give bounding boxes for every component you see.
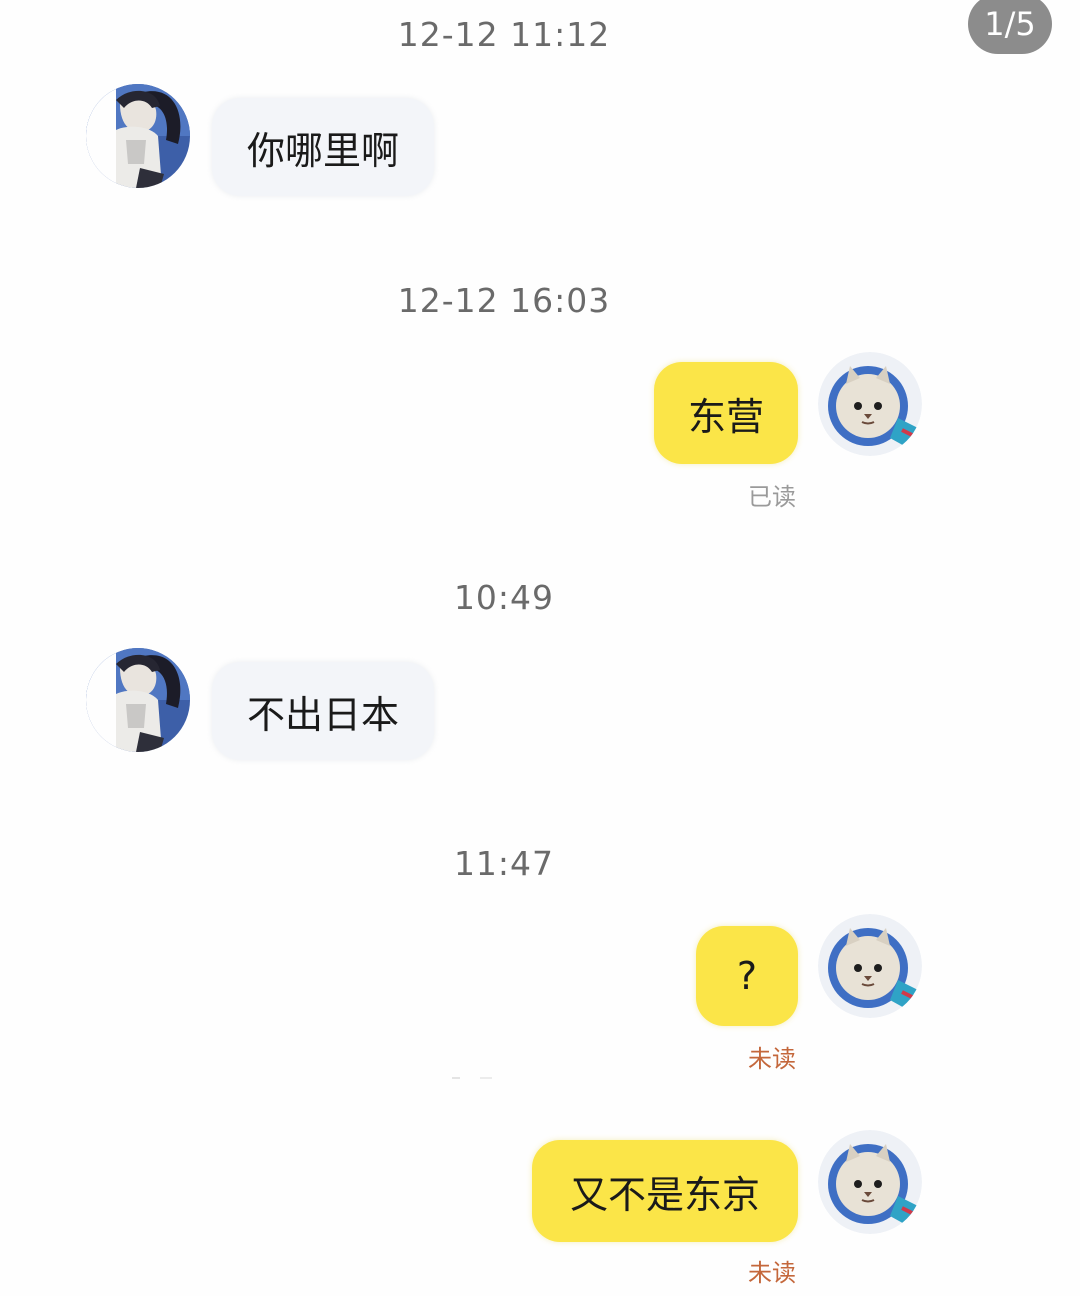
cat-astronaut-avatar-icon xyxy=(818,352,922,456)
unread-status: 未读 xyxy=(748,1045,796,1073)
timestamp: 11:47 xyxy=(453,844,555,883)
cat-astronaut-avatar-icon xyxy=(818,914,922,1018)
timestamp: 10:49 xyxy=(453,578,555,617)
anime-character-avatar-icon xyxy=(86,648,190,752)
cat-astronaut-avatar-icon xyxy=(818,1130,922,1234)
anime-character-avatar-icon xyxy=(86,84,190,188)
message-bubble-incoming[interactable]: 不出日本 xyxy=(212,662,434,760)
timestamp: 12-12 11:12 xyxy=(397,15,611,54)
message-bubble-outgoing[interactable]: ? xyxy=(696,926,798,1026)
unread-status: 未读 xyxy=(748,1259,796,1287)
message-bubble-outgoing[interactable]: 又不是东京 xyxy=(532,1140,798,1242)
timestamp: 12-12 16:03 xyxy=(397,281,611,320)
self-avatar[interactable] xyxy=(818,1130,922,1234)
read-status: 已读 xyxy=(748,483,796,511)
contact-avatar[interactable] xyxy=(86,84,190,188)
self-avatar[interactable] xyxy=(818,352,922,456)
self-avatar[interactable] xyxy=(818,914,922,1018)
contact-avatar[interactable] xyxy=(86,648,190,752)
message-bubble-outgoing[interactable]: 东营 xyxy=(654,362,798,464)
message-bubble-incoming[interactable]: 你哪里啊 xyxy=(212,98,434,196)
divider xyxy=(452,1077,492,1079)
